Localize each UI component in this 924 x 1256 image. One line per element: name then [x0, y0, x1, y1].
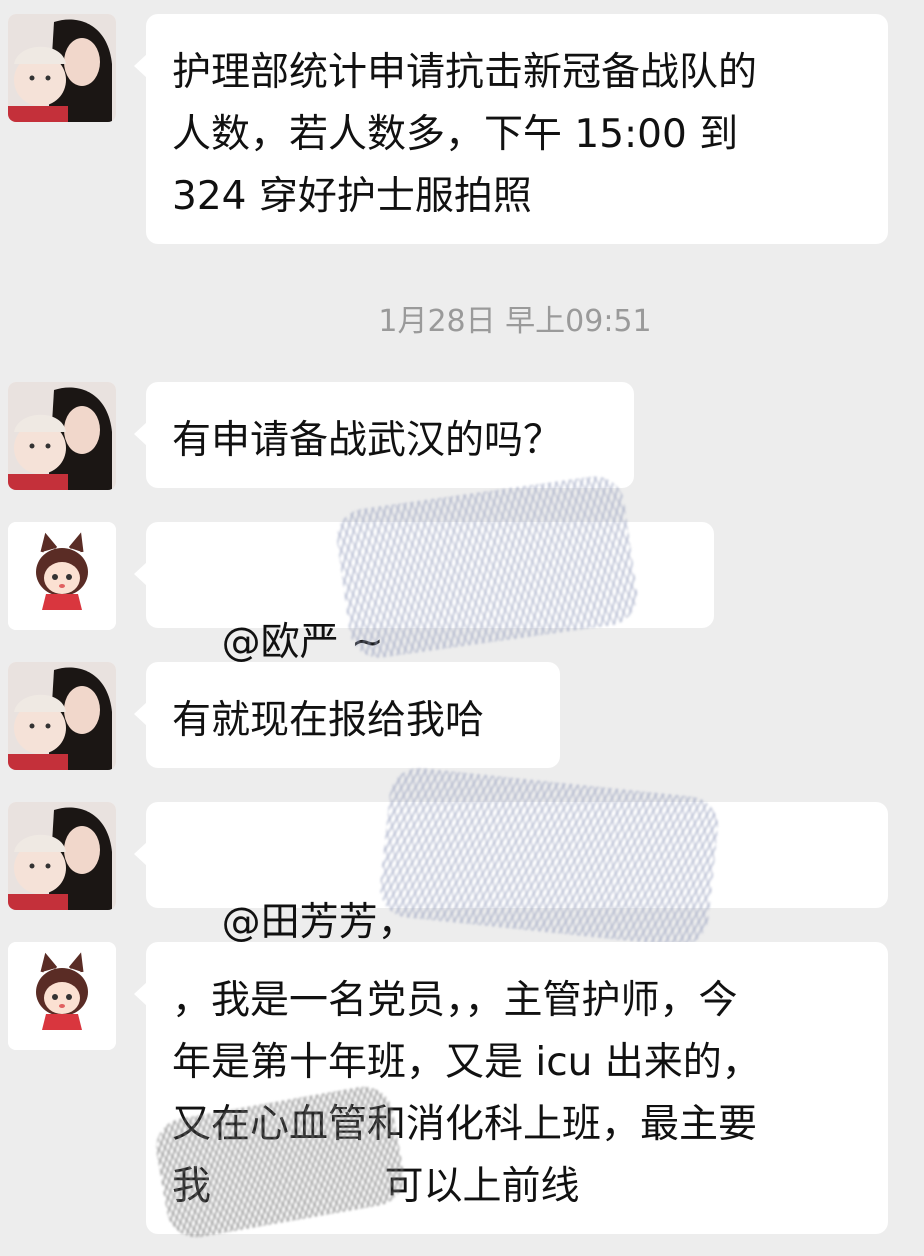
- message-bubble[interactable]: @田芳芳，: [134, 802, 888, 1063]
- avatar[interactable]: [8, 942, 116, 1050]
- avatar[interactable]: [8, 802, 116, 910]
- message-text: @欧严 ~: [221, 620, 397, 665]
- avatar[interactable]: [8, 382, 116, 490]
- message-bubble[interactable]: @欧严 ~ 我: [134, 522, 714, 727]
- avatar[interactable]: [8, 522, 116, 630]
- message-text: @田芳芳，: [221, 900, 417, 945]
- message-bubble[interactable]: 有就现在报给我哈: [134, 662, 560, 768]
- avatar[interactable]: [8, 662, 116, 770]
- avatar[interactable]: [8, 14, 116, 122]
- message-bubble[interactable]: 有申请备战武汉的吗？: [134, 382, 634, 488]
- message-bubble[interactable]: ，我是一名党员，，主管护师，今 年是第十年班，又是 icu 出来的， 又在心血管…: [134, 942, 888, 1234]
- message-bubble[interactable]: 护理部统计申请抗击新冠备战队的 人数，若人数多，下午 15:00 到 324 穿…: [134, 14, 888, 244]
- timestamp: 1月28日 早上09:51: [378, 304, 652, 339]
